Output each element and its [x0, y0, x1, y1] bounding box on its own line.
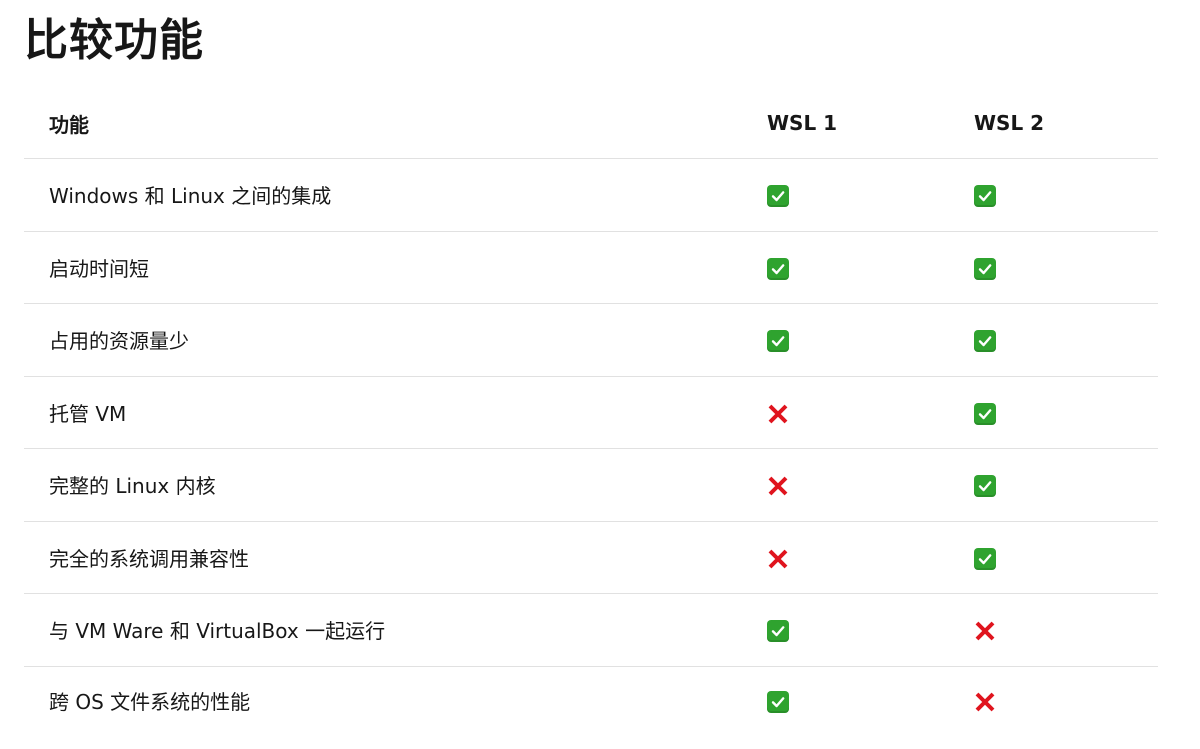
check-mark-button-icon	[974, 547, 996, 570]
wsl2-cell	[949, 158, 1158, 232]
check-mark-button-icon	[767, 257, 789, 280]
table-row: 托管 VM	[24, 376, 1158, 449]
check-mark-button-icon	[974, 185, 996, 207]
wsl1-cell	[742, 231, 949, 304]
feature-cell: 完整的 Linux 内核	[24, 448, 742, 522]
wsl1-cell	[742, 376, 949, 449]
cross-mark-icon	[767, 548, 789, 570]
header-row: 功能 WSL 1 WSL 2	[24, 88, 1158, 159]
table-row: 完整的 Linux 内核	[24, 448, 1158, 522]
page-title: 比较功能	[24, 15, 204, 66]
feature-cell: 完全的系统调用兼容性	[24, 521, 742, 594]
feature-cell: 跨 OS 文件系统的性能	[49, 690, 251, 714]
cross-mark-icon	[974, 691, 996, 713]
wsl1-cell	[742, 666, 949, 735]
cross-mark-icon	[974, 620, 996, 642]
check-mark-button-icon	[767, 185, 789, 207]
table-header: 功能 WSL 1 WSL 2	[24, 88, 1158, 159]
cross-mark-icon	[767, 403, 789, 425]
wsl1-cell	[742, 593, 949, 667]
table-row: 完全的系统调用兼容性	[24, 521, 1158, 594]
table-row: 占用的资源量少	[24, 303, 1158, 377]
header-feature: 功能	[24, 88, 742, 159]
check-mark-button-icon	[974, 257, 996, 280]
table-row: 与 VM Ware 和 VirtualBox 一起运行	[24, 593, 1158, 667]
feature-cell: 与 VM Ware 和 VirtualBox 一起运行	[24, 593, 742, 667]
page: 比较功能 功能 WSL 1 WSL 2 Windows 和 Linux 之间的集…	[0, 0, 1200, 749]
check-mark-button-icon	[974, 402, 996, 425]
wsl2-cell	[949, 521, 1158, 594]
wsl2-cell	[949, 666, 1158, 735]
wsl2-cell	[949, 448, 1158, 522]
wsl1-cell	[742, 521, 949, 594]
header-wsl2: WSL 2	[949, 88, 1158, 159]
check-mark-button-icon	[974, 475, 996, 497]
feature-cell: 启动时间短	[24, 231, 742, 304]
wsl2-cell	[949, 593, 1158, 667]
wsl2-cell	[949, 231, 1158, 304]
check-mark-button-icon	[767, 620, 789, 642]
table-body: Windows 和 Linux 之间的集成 启动时间短 占用的资源量少 托管 VM 完整…	[24, 158, 1158, 735]
check-mark-button-icon	[767, 330, 789, 352]
feature-cell: 占用的资源量少	[24, 303, 742, 377]
wsl1-cell	[742, 448, 949, 522]
feature-cell: 托管 VM	[24, 376, 742, 449]
wsl1-cell	[742, 158, 949, 232]
wsl1-cell	[742, 303, 949, 377]
table-row: Windows 和 Linux 之间的集成	[24, 158, 1158, 232]
header-wsl1: WSL 1	[742, 88, 949, 159]
cross-mark-icon	[767, 475, 789, 497]
wsl2-cell	[949, 303, 1158, 377]
table-row: 启动时间短	[24, 231, 1158, 304]
table-row: 跨 OS 文件系统的性能	[24, 666, 1158, 735]
check-mark-button-icon	[767, 690, 789, 713]
comparison-table: 功能 WSL 1 WSL 2 Windows 和 Linux 之间的集成 启动时间…	[24, 88, 1158, 735]
feature-cell: Windows 和 Linux 之间的集成	[24, 158, 742, 232]
check-mark-button-icon	[974, 330, 996, 352]
wsl2-cell	[949, 376, 1158, 449]
